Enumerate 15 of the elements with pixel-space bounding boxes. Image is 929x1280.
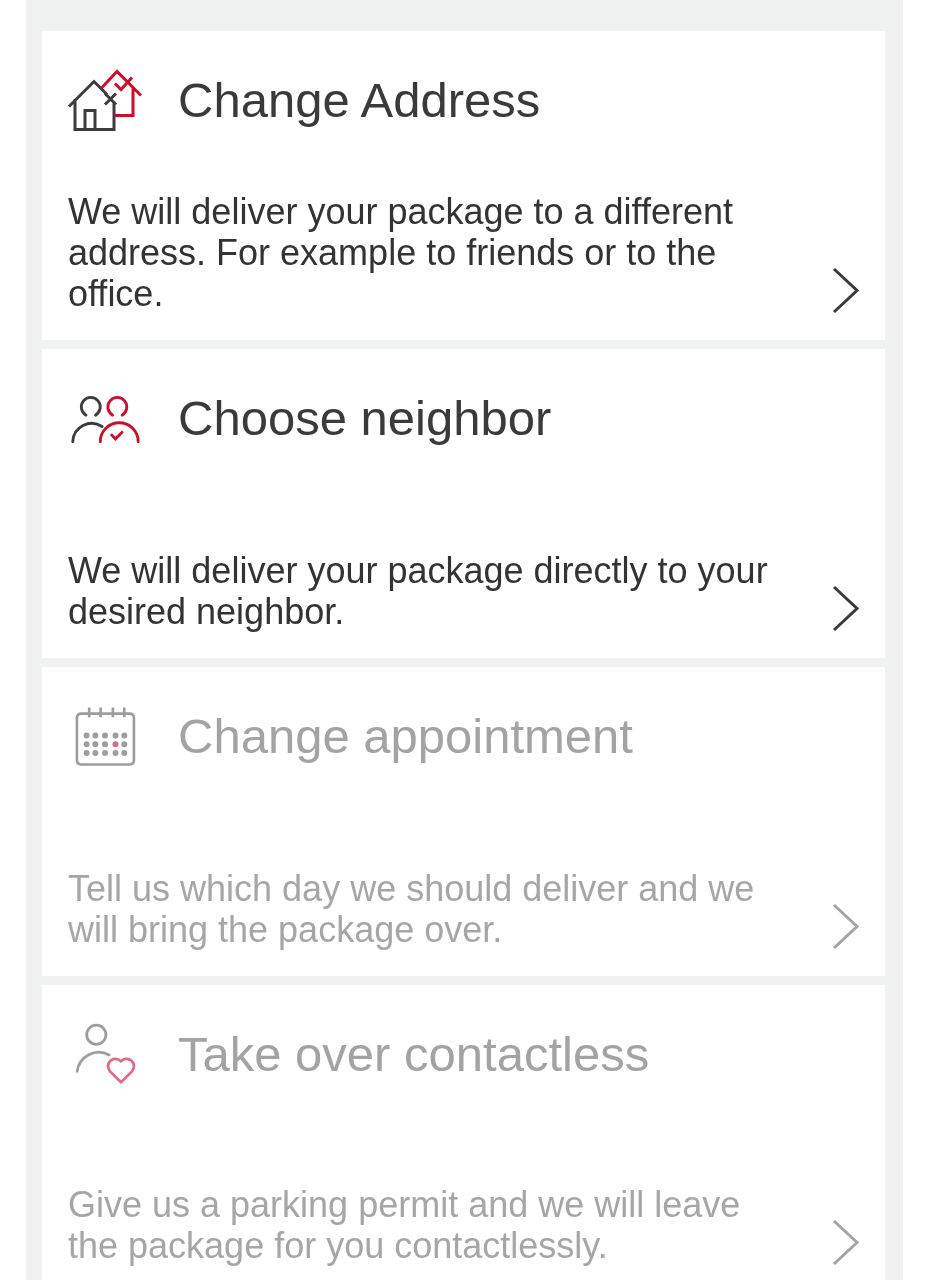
option-card[interactable]: Change Address We will deliver your package to a different address. For example to friends or to the office.: [42, 31, 885, 340]
option-description: We will deliver your package directly to your desired neighbor.: [68, 550, 769, 632]
chevron-right-icon: [831, 267, 861, 314]
houses-icon: [68, 68, 142, 132]
option-description: We will deliver your package to a different address. For example to friends or to the office.: [68, 191, 734, 314]
option-card[interactable]: Choose neighbor We will deliver your package directly to your desired neighbor.: [42, 349, 885, 658]
chevron-right-icon: [831, 585, 861, 632]
option-title: Choose neighbor: [178, 390, 552, 447]
option-title: Change Address: [178, 72, 541, 129]
option-title: Change appointment: [178, 708, 633, 765]
chevron-right-icon: [831, 903, 861, 950]
option-title: Take over contactless: [178, 1026, 650, 1083]
chevron-right-icon: [831, 1219, 861, 1266]
option-description: Give us a parking permit and we will leave the package for you contactlessly.: [68, 1184, 742, 1266]
option-description: Tell us which day we should deliver and we will bring the package over.: [68, 868, 756, 950]
